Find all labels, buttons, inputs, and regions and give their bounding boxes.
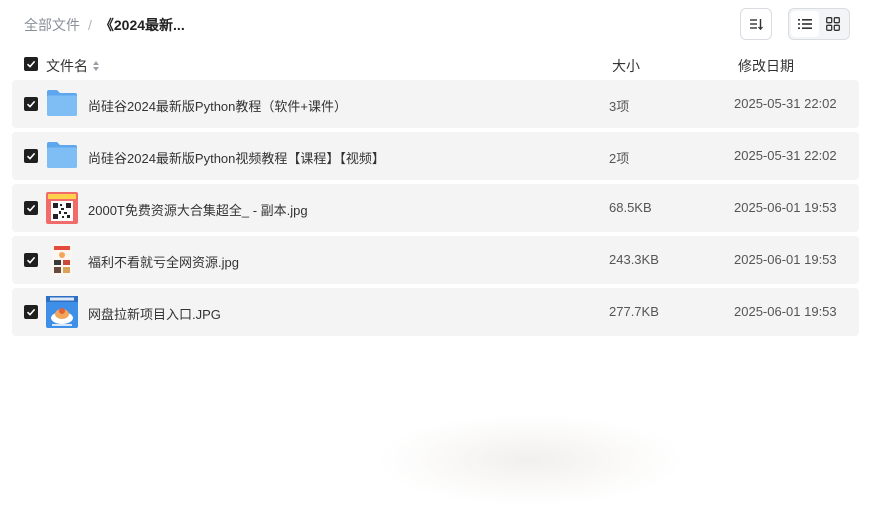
file-row[interactable]: 尚硅谷2024最新版Python教程（软件+课件） 3项 2025-05-31 … — [12, 80, 859, 128]
file-row[interactable]: 2000T免费资源大合集超全_ - 副本.jpg 68.5KB 2025-06-… — [12, 184, 859, 232]
column-header-date[interactable]: 修改日期 — [738, 56, 794, 76]
column-header-name-label: 文件名 — [46, 58, 88, 74]
breadcrumb-separator: / — [88, 17, 92, 33]
row-checkbox[interactable] — [24, 253, 38, 267]
sort-arrows-icon — [93, 61, 99, 71]
poster-image-thumbnail — [52, 244, 72, 276]
file-list: 尚硅谷2024最新版Python教程（软件+课件） 3项 2025-05-31 … — [12, 80, 859, 340]
row-checkbox[interactable] — [24, 201, 38, 215]
file-list-header: 文件名 大小 修改日期 — [12, 52, 859, 76]
select-all-checkbox[interactable] — [24, 57, 38, 71]
row-checkbox[interactable] — [24, 149, 38, 163]
file-size: 3项 — [609, 99, 630, 114]
file-date: 2025-06-01 19:53 — [734, 252, 837, 267]
column-header-name[interactable]: 文件名 — [46, 56, 100, 76]
file-row[interactable]: 尚硅谷2024最新版Python视频教程【课程】【视频】 2项 2025-05-… — [12, 132, 859, 180]
file-date: 2025-06-01 19:53 — [734, 200, 837, 215]
file-size: 68.5KB — [609, 200, 652, 215]
file-size: 277.7KB — [609, 304, 659, 319]
folder-icon — [47, 90, 77, 116]
column-header-size[interactable]: 大小 — [612, 56, 640, 76]
grid-view-icon — [826, 17, 840, 31]
list-view-icon — [798, 19, 812, 29]
file-name[interactable]: 尚硅谷2024最新版Python视频教程【课程】【视频】 — [88, 148, 385, 167]
breadcrumb-current-folder: 《2024最新... — [99, 17, 185, 33]
row-checkbox[interactable] — [24, 97, 38, 111]
file-date: 2025-05-31 22:02 — [734, 148, 837, 163]
file-row[interactable]: 网盘拉新项目入口.JPG 277.7KB 2025-06-01 19:53 — [12, 288, 859, 336]
view-mode-toggle — [788, 8, 850, 40]
breadcrumb-root-link[interactable]: 全部文件 — [24, 15, 80, 35]
sort-descending-icon — [750, 19, 763, 31]
background-glow — [380, 415, 680, 505]
file-name[interactable]: 尚硅谷2024最新版Python教程（软件+课件） — [88, 96, 347, 115]
top-bar: 全部文件 / 《2024最新... — [0, 0, 874, 48]
row-checkbox[interactable] — [24, 305, 38, 319]
qr-image-thumbnail — [46, 192, 78, 224]
checkmark-icon — [26, 152, 36, 160]
checkmark-icon — [26, 256, 36, 264]
file-name[interactable]: 网盘拉新项目入口.JPG — [88, 304, 221, 323]
checkmark-icon — [26, 308, 36, 316]
checkmark-icon — [26, 60, 36, 68]
file-size: 2项 — [609, 151, 630, 166]
grid-view-button[interactable] — [819, 11, 847, 37]
checkmark-icon — [26, 100, 36, 108]
checkmark-icon — [26, 204, 36, 212]
sort-button[interactable] — [740, 8, 772, 40]
file-size: 243.3KB — [609, 252, 659, 267]
breadcrumb: 全部文件 / 《2024最新... — [24, 15, 185, 35]
file-date: 2025-06-01 19:53 — [734, 304, 837, 319]
file-name[interactable]: 福利不看就亏全网资源.jpg — [88, 252, 239, 271]
list-view-button[interactable] — [791, 11, 819, 37]
file-name[interactable]: 2000T免费资源大合集超全_ - 副本.jpg — [88, 200, 308, 219]
file-row[interactable]: 福利不看就亏全网资源.jpg 243.3KB 2025-06-01 19:53 — [12, 236, 859, 284]
file-date: 2025-05-31 22:02 — [734, 96, 837, 111]
promo-image-thumbnail — [46, 296, 78, 328]
folder-icon — [47, 142, 77, 168]
